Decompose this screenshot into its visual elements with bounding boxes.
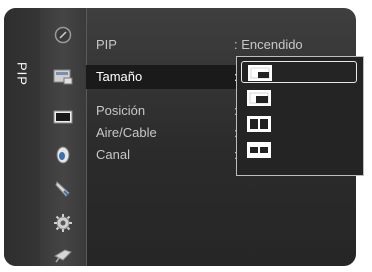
pip-value: : Encendido [234, 37, 303, 52]
application-icon[interactable] [52, 212, 74, 234]
size-option-double[interactable] [241, 139, 357, 161]
menu-category-tab: PIP [4, 8, 40, 266]
size-option-split[interactable] [241, 113, 357, 135]
input-icon[interactable] [52, 178, 74, 200]
size-dropdown [236, 56, 364, 176]
support-icon[interactable] [52, 244, 74, 266]
menu-row-pip[interactable]: PIP [96, 36, 117, 54]
channel-icon[interactable] [52, 106, 74, 128]
sound-icon[interactable] [52, 66, 74, 88]
picture-icon[interactable] [52, 24, 74, 46]
double-small-size-icon [247, 142, 271, 158]
menu-category-label: PIP [14, 62, 30, 86]
menu-row-size[interactable]: Tamaño [96, 68, 142, 86]
menu-row-channel[interactable]: Canal [96, 146, 130, 164]
icon-column [40, 8, 87, 266]
large-pip-size-icon [247, 90, 271, 106]
size-option-large[interactable] [241, 87, 357, 109]
setup-icon[interactable] [52, 144, 74, 166]
menu-row-antenna[interactable]: Aire/Cable [96, 124, 157, 142]
size-option-small[interactable] [241, 61, 357, 83]
split-screen-size-icon [247, 116, 271, 132]
small-pip-size-icon [248, 65, 272, 81]
menu-row-position[interactable]: Posición [96, 102, 145, 120]
